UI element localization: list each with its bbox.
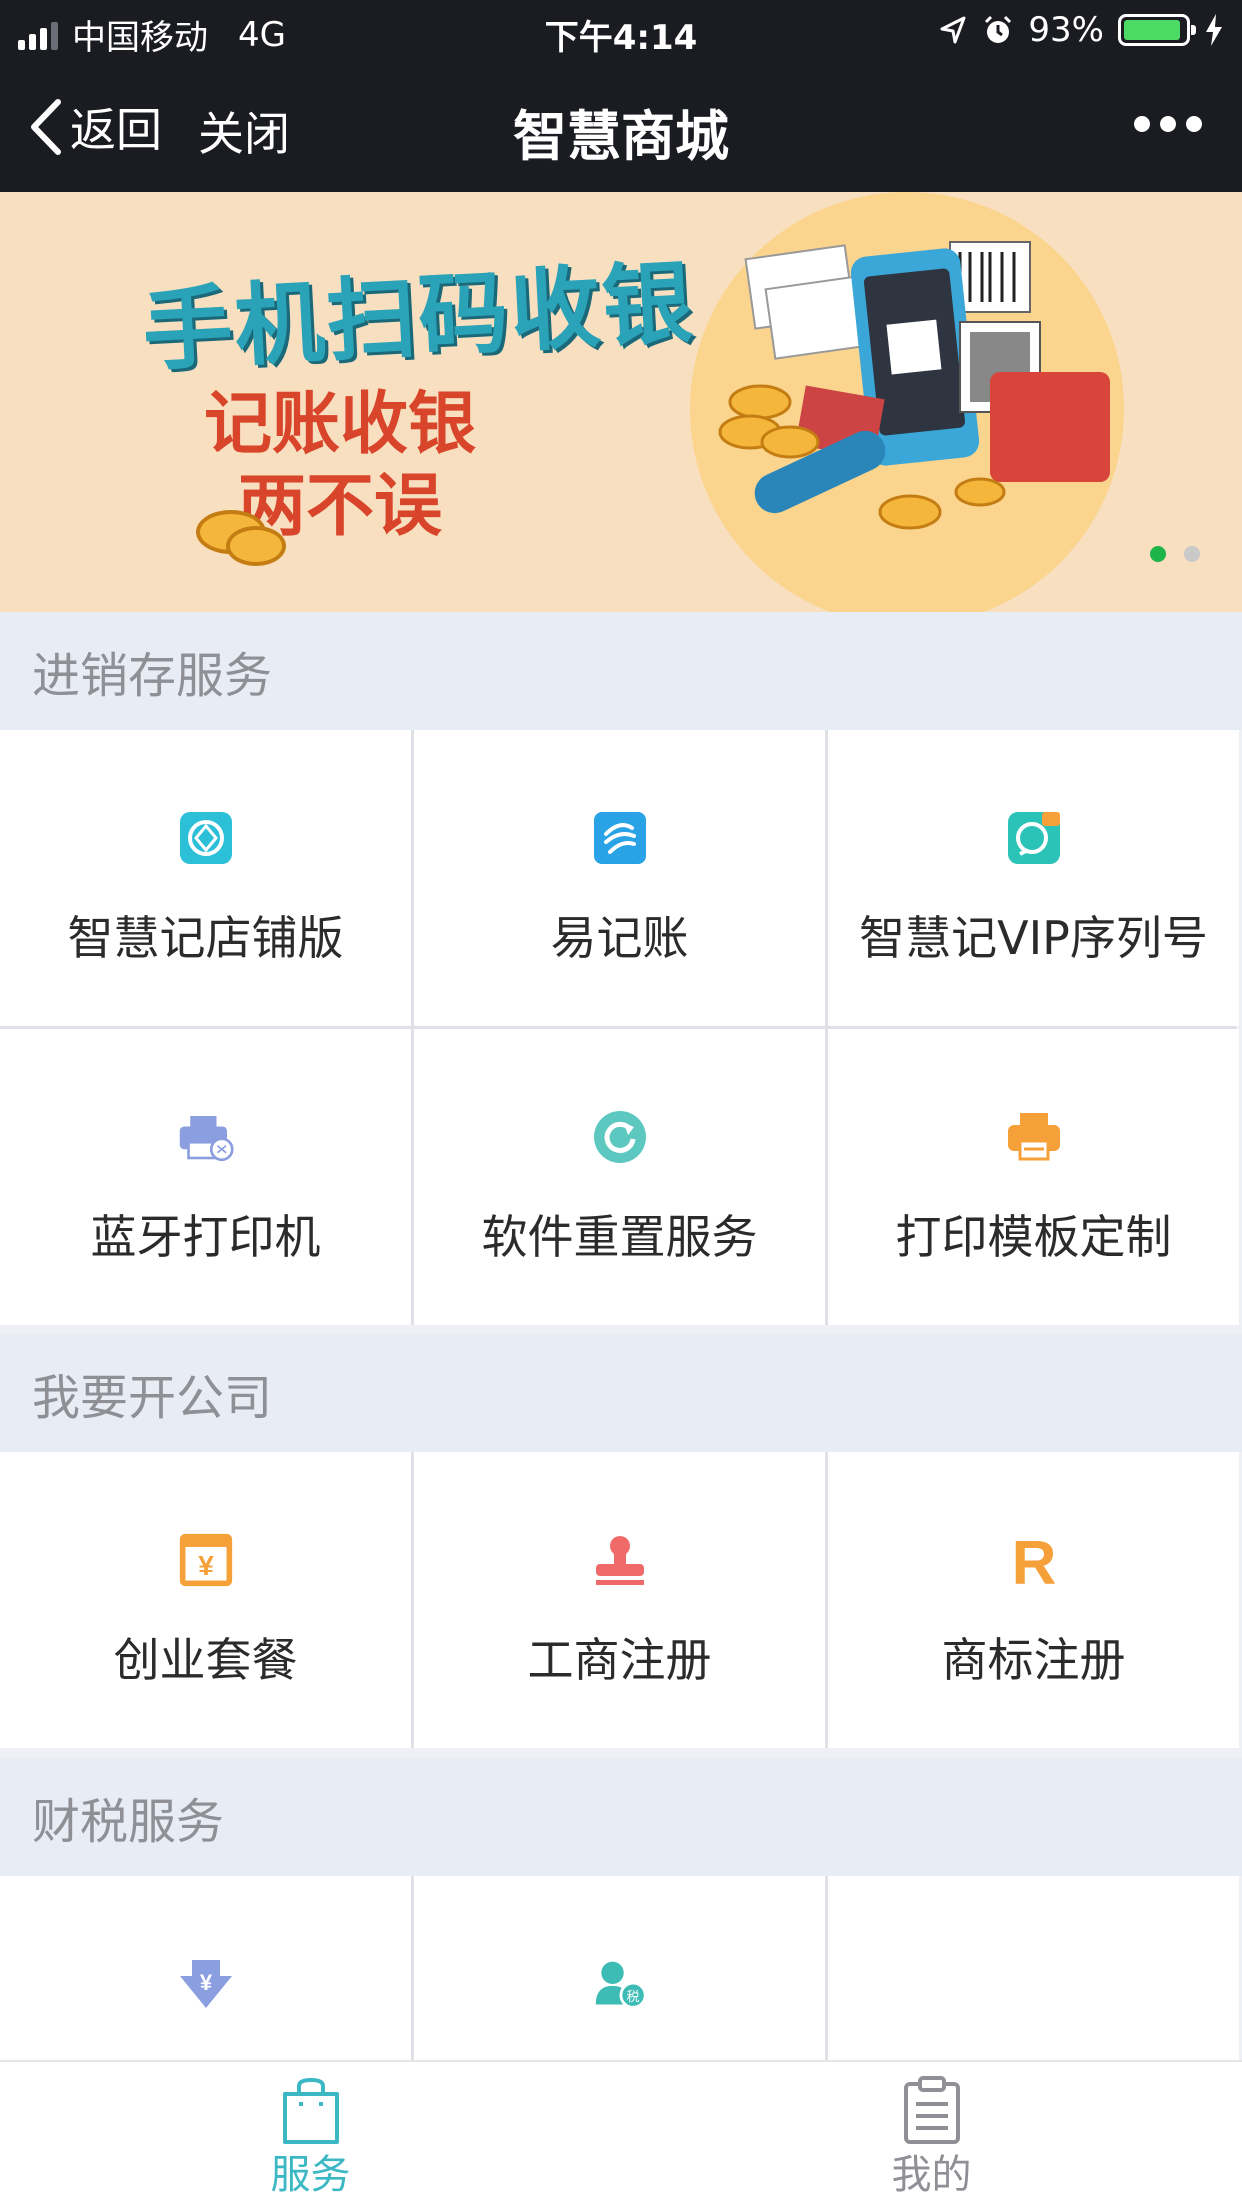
alarm-icon xyxy=(985,15,1012,43)
printer-icon xyxy=(1006,1109,1062,1165)
service-item-print-template[interactable]: 打印模板定制 xyxy=(828,1029,1239,1325)
package-icon: ¥ xyxy=(178,1532,234,1588)
more-dot-icon xyxy=(1160,116,1176,132)
tab-bar: 服务 我的 xyxy=(0,2060,1242,2208)
service-item-label: 打印模板定制 xyxy=(895,1210,1172,1264)
section-title-tax: 财税服务 xyxy=(0,1758,1242,1876)
battery-percent: 93% xyxy=(1028,10,1104,50)
shop-icon xyxy=(178,810,234,866)
carousel-dot[interactable] xyxy=(1184,546,1200,562)
charging-icon xyxy=(1206,14,1222,46)
service-item-bluetooth-printer[interactable]: 蓝牙打印机 xyxy=(0,1029,411,1325)
nav-bar: 返回 关闭 智慧商城 xyxy=(0,62,1242,192)
service-item-startup-package[interactable]: ¥ 创业套餐 xyxy=(0,1452,411,1748)
banner-subline-1: 记账收银 xyxy=(204,385,477,464)
svg-text:R: R xyxy=(1011,1530,1056,1590)
more-button[interactable] xyxy=(1134,116,1202,132)
service-item-software-reset[interactable]: 软件重置服务 xyxy=(414,1029,825,1325)
service-item-smart-shop[interactable]: 智慧记店铺版 xyxy=(0,730,411,1026)
carousel-dots[interactable] xyxy=(1150,546,1200,562)
reset-icon xyxy=(592,1109,648,1165)
service-item-label: 蓝牙打印机 xyxy=(90,1210,321,1264)
banner-headline: 手机扫码收银 xyxy=(140,250,697,385)
trademark-icon: R xyxy=(1006,1530,1062,1590)
more-dot-icon xyxy=(1186,116,1202,132)
service-item-easy-ledger[interactable]: 易记账 xyxy=(414,730,825,1026)
status-bar: 中国移动 4G 下午4:14 93% xyxy=(0,0,1242,62)
service-item-label: 智慧记VIP序列号 xyxy=(859,911,1208,965)
service-item-label: 创业套餐 xyxy=(113,1633,298,1687)
page-title: 智慧商城 xyxy=(513,105,729,168)
battery-icon xyxy=(1118,14,1196,46)
bluetooth-printer-icon xyxy=(178,1109,234,1165)
service-item-label: 软件重置服务 xyxy=(481,1210,758,1264)
location-icon xyxy=(940,16,966,44)
tab-mine[interactable]: 我的 xyxy=(621,2062,1242,2208)
service-item-label: 易记账 xyxy=(550,911,689,965)
tax-download-icon: ¥ xyxy=(178,1956,234,2012)
ledger-icon xyxy=(592,810,648,866)
service-item-label: 智慧记店铺版 xyxy=(67,911,344,965)
service-item-business-registration[interactable]: 工商注册 xyxy=(414,1452,825,1748)
coin-icon xyxy=(226,526,286,566)
stamp-icon xyxy=(592,1532,648,1588)
banner-illustration xyxy=(690,192,1124,612)
service-item-label: 商标注册 xyxy=(941,1633,1126,1687)
status-right: 93% xyxy=(938,10,1224,50)
phone-scan-illustration xyxy=(718,241,1110,530)
promo-banner[interactable]: 手机扫码收银 记账收银 两不误 xyxy=(0,192,1242,612)
tax-person-icon: 税 xyxy=(592,1956,648,2012)
bag-icon xyxy=(279,2076,343,2150)
service-item-label: 工商注册 xyxy=(527,1633,712,1687)
inventory-grid: 智慧记店铺版 易记账 智慧记VIP序列号 蓝牙打印机 软件重置服务 打印模板定制 xyxy=(0,730,1239,1325)
more-dot-icon xyxy=(1134,116,1150,132)
service-item-vip-serial[interactable]: 智慧记VIP序列号 xyxy=(828,730,1239,1026)
tab-label: 服务 xyxy=(270,2152,351,2198)
tab-service[interactable]: 服务 xyxy=(0,2062,621,2208)
clipboard-icon xyxy=(902,2076,962,2150)
company-grid: ¥ 创业套餐 工商注册 R 商标注册 xyxy=(0,1452,1239,1748)
service-item-trademark-registration[interactable]: R 商标注册 xyxy=(828,1452,1239,1748)
section-title-company: 我要开公司 xyxy=(0,1334,1242,1452)
carousel-dot-active[interactable] xyxy=(1150,546,1166,562)
svg-text:¥: ¥ xyxy=(198,1550,214,1581)
svg-text:税: 税 xyxy=(626,1990,639,2005)
section-title-inventory: 进销存服务 xyxy=(0,612,1242,730)
tab-label: 我的 xyxy=(891,2152,972,2198)
svg-text:¥: ¥ xyxy=(199,1970,212,1995)
vip-icon xyxy=(1006,810,1062,866)
